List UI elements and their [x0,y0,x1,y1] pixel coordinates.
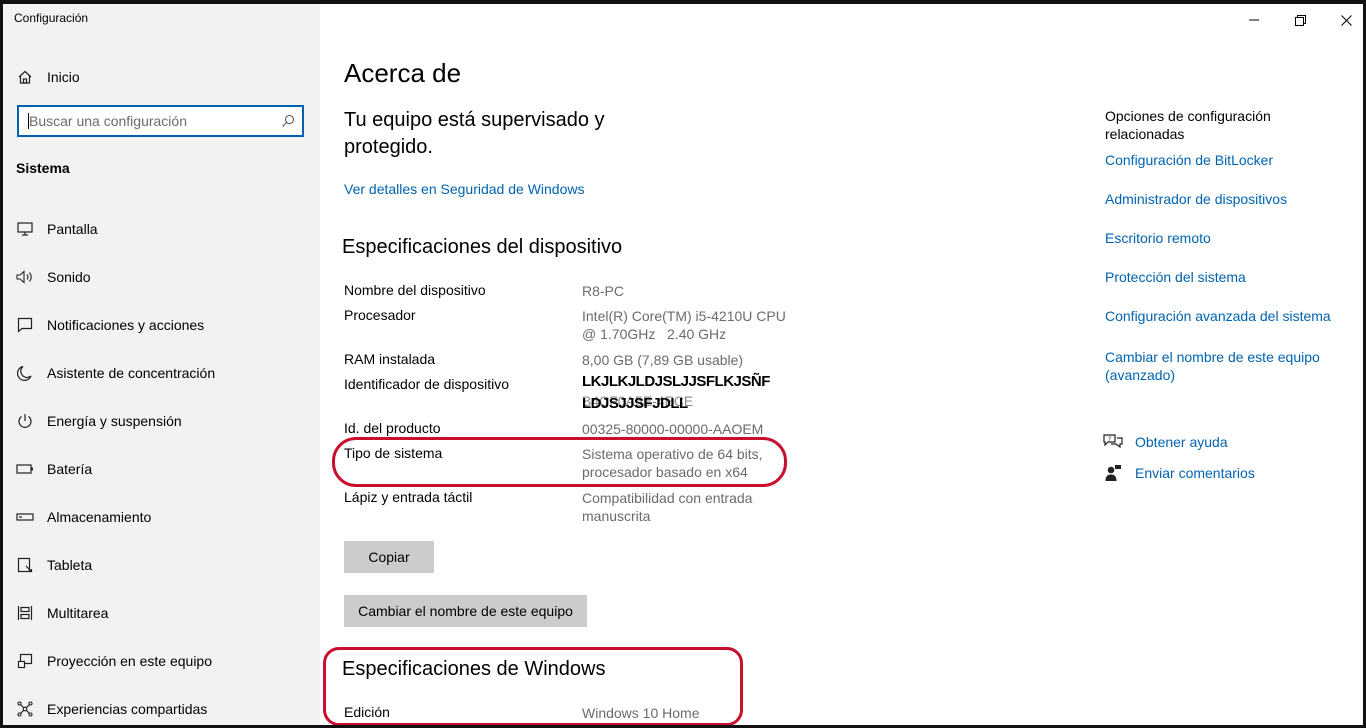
sidebar: Configuración Inicio Sistema Pantalla So… [3,4,320,725]
sidebar-item-focus-assist[interactable]: Asistente de concentración [3,353,320,393]
sidebar-item-shared-experiences[interactable]: Experiencias compartidas [3,689,320,725]
multitask-icon [16,604,34,622]
sidebar-item-label: Batería [47,461,93,477]
get-help-link[interactable]: Obtener ayuda [1135,434,1228,450]
sidebar-item-label: Experiencias compartidas [47,701,208,717]
spec-label: Edición [344,704,390,720]
related-link-bitlocker[interactable]: Configuración de BitLocker [1105,152,1345,168]
home-icon [16,68,34,86]
sidebar-item-storage[interactable]: Almacenamiento [3,497,320,537]
spec-value: Compatibilidad con entrada manuscrita [582,490,753,524]
sidebar-item-battery[interactable]: Batería [3,449,320,489]
main-content: Acerca de Tu equipo está supervisado y p… [320,4,1363,725]
close-button[interactable] [1332,10,1360,30]
sidebar-item-notifications[interactable]: Notificaciones y acciones [3,305,320,345]
spec-value: 00325-80000-00000-AAOEM [582,421,764,437]
settings-window: Configuración Inicio Sistema Pantalla So… [0,0,1366,728]
minimize-button[interactable] [1240,10,1268,30]
related-link-rename-advanced[interactable]: Cambiar el nombre de este equipo (avanza… [1105,348,1340,384]
power-icon [16,412,34,430]
sidebar-item-label: Notificaciones y acciones [47,317,205,333]
sidebar-item-projection[interactable]: Proyección en este equipo [3,641,320,681]
spec-label: Procesador [344,307,416,323]
windows-specs-heading: Especificaciones de Windows [342,658,606,680]
spec-value: Windows 10 Home [582,705,700,721]
tablet-icon [16,556,34,574]
help-chat-icon: ? [1103,433,1123,451]
search-icon[interactable] [281,114,295,128]
sidebar-item-home[interactable]: Inicio [3,57,320,97]
related-settings-title: Opciones de configuración relacionadas [1105,108,1271,142]
protection-status: Tu equipo está supervisado y protegido. [344,109,605,158]
sidebar-item-display[interactable]: Pantalla [3,209,320,249]
page-title: Acerca de [344,58,462,88]
close-icon [1340,14,1352,26]
get-help-row[interactable]: ? Obtener ayuda [1103,433,1228,451]
sidebar-item-label: Almacenamiento [47,509,152,525]
device-id-overwrite-text: LKJLKJLDJSLJJSFLKJSÑF LDJSJJSFJDLL [582,373,770,412]
rename-pc-button[interactable]: Cambiar el nombre de este equipo [344,595,587,627]
sidebar-item-multitasking[interactable]: Multitarea [3,593,320,633]
battery-icon [16,460,34,478]
related-link-system-protection[interactable]: Protección del sistema [1105,269,1345,285]
sidebar-item-power[interactable]: Energía y suspensión [3,401,320,441]
sidebar-item-sound[interactable]: Sonido [3,257,320,297]
speaker-icon [16,268,34,286]
device-specs-heading: Especificaciones del dispositivo [342,236,623,258]
storage-icon [16,508,34,526]
spec-value: 8,00 GB (7,89 GB usable) [582,352,744,368]
sidebar-item-label: Multitarea [47,605,109,621]
feedback-row[interactable]: Enviar comentarios [1103,464,1255,482]
feedback-person-icon [1103,464,1123,482]
spec-label: Id. del producto [344,420,441,436]
projection-icon [16,652,34,670]
sidebar-item-label: Pantalla [47,221,98,237]
monitor-icon [16,220,34,238]
sidebar-item-label: Proyección en este equipo [47,653,212,669]
restore-icon [1294,14,1306,26]
minimize-icon [1249,19,1259,21]
spec-label: Tipo de sistema [344,445,443,461]
send-feedback-link[interactable]: Enviar comentarios [1135,465,1255,481]
spec-label: Identificador de dispositivo [344,376,509,392]
search-input[interactable] [29,113,269,129]
search-box[interactable] [17,105,304,137]
related-link-device-manager[interactable]: Administrador de dispositivos [1105,191,1345,207]
sidebar-item-label: Asistente de concentración [47,365,216,381]
spec-label: Nombre del dispositivo [344,282,486,298]
notification-icon [16,316,34,334]
spec-value: Sistema operativo de 64 bits, procesador… [582,446,763,480]
moon-icon [16,364,34,382]
sidebar-item-label: Tableta [47,557,93,573]
security-details-link[interactable]: Ver detalles en Seguridad de Windows [344,181,584,197]
app-title: Configuración [14,11,89,25]
svg-text:?: ? [1108,436,1111,443]
shared-icon [16,700,34,718]
text-caret [28,113,29,129]
section-label-system: Sistema [16,160,70,176]
spec-label: RAM instalada [344,351,436,367]
related-link-remote-desktop[interactable]: Escritorio remoto [1105,230,1345,246]
sidebar-item-label: Inicio [47,69,80,85]
restore-button[interactable] [1286,10,1314,30]
sidebar-item-label: Energía y suspensión [47,413,182,429]
sidebar-item-label: Sonido [47,269,91,285]
spec-value: Intel(R) Core(TM) i5-4210U CPU @ 1.70GHz… [582,308,790,342]
spec-label: Lápiz y entrada táctil [344,489,473,505]
sidebar-item-tablet[interactable]: Tableta [3,545,320,585]
related-link-advanced-system[interactable]: Configuración avanzada del sistema [1105,308,1345,324]
spec-value: R8-PC [582,283,625,299]
copy-button[interactable]: Copiar [344,541,434,573]
